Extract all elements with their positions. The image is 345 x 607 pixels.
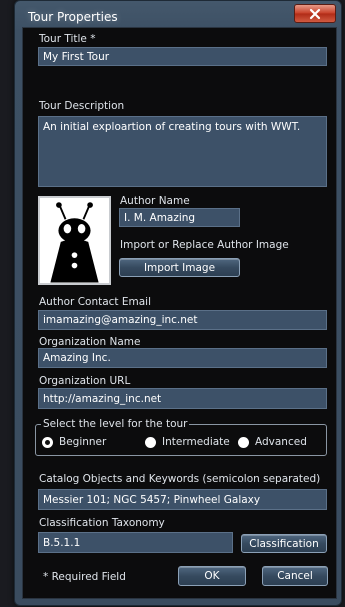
author-name-input[interactable]: I. M. Amazing [119, 208, 240, 227]
organization-name-label: Organization Name [39, 336, 141, 348]
keywords-input[interactable]: Messier 101; NGC 5457; Pinwheel Galaxy [38, 489, 327, 510]
keywords-label: Catalog Objects and Keywords (semicolon … [39, 473, 321, 485]
ok-button[interactable]: OK [178, 566, 246, 586]
close-button[interactable] [294, 4, 336, 23]
tour-title-label: Tour Title * [39, 33, 96, 45]
title-bar[interactable]: Tour Properties [15, 1, 341, 29]
level-option-label: Beginner [59, 436, 107, 448]
organization-url-input[interactable]: http://amazing_inc.net [38, 388, 327, 409]
level-option-advanced[interactable]: Advanced [238, 436, 307, 448]
author-image-label: Import or Replace Author Image [120, 239, 289, 251]
cancel-button[interactable]: Cancel [262, 566, 328, 586]
window-title: Tour Properties [28, 10, 118, 24]
author-avatar [38, 196, 111, 285]
level-option-intermediate[interactable]: Intermediate [145, 436, 230, 448]
radio-selected-icon [42, 436, 53, 448]
author-name-label: Author Name [120, 195, 190, 207]
organization-url-label: Organization URL [39, 375, 131, 387]
radio-unselected-icon [238, 436, 249, 448]
organization-name-input[interactable]: Amazing Inc. [38, 348, 327, 368]
tour-title-input[interactable]: My First Tour [38, 47, 327, 66]
tour-description-input[interactable]: An initial exploartion of creating tours… [38, 116, 327, 187]
import-image-button[interactable]: Import Image [119, 258, 240, 277]
close-icon [309, 8, 321, 19]
contact-email-label: Author Contact Email [39, 296, 152, 308]
tour-description-label: Tour Description [39, 100, 125, 112]
level-option-beginner[interactable]: Beginner [42, 436, 106, 448]
taxonomy-label: Classification Taxonomy [39, 517, 165, 529]
radio-unselected-icon [145, 436, 156, 448]
required-field-note: * Required Field [43, 571, 126, 583]
taxonomy-input[interactable]: B.5.1.1 [38, 532, 233, 553]
classification-button[interactable]: Classification [241, 534, 327, 553]
level-option-label: Advanced [255, 436, 307, 448]
alien-avatar-icon [40, 198, 109, 283]
level-legend: Select the level for the tour [41, 418, 190, 430]
contact-email-input[interactable]: imamazing@amazing_inc.net [38, 310, 327, 330]
level-option-label: Intermediate [162, 436, 230, 448]
